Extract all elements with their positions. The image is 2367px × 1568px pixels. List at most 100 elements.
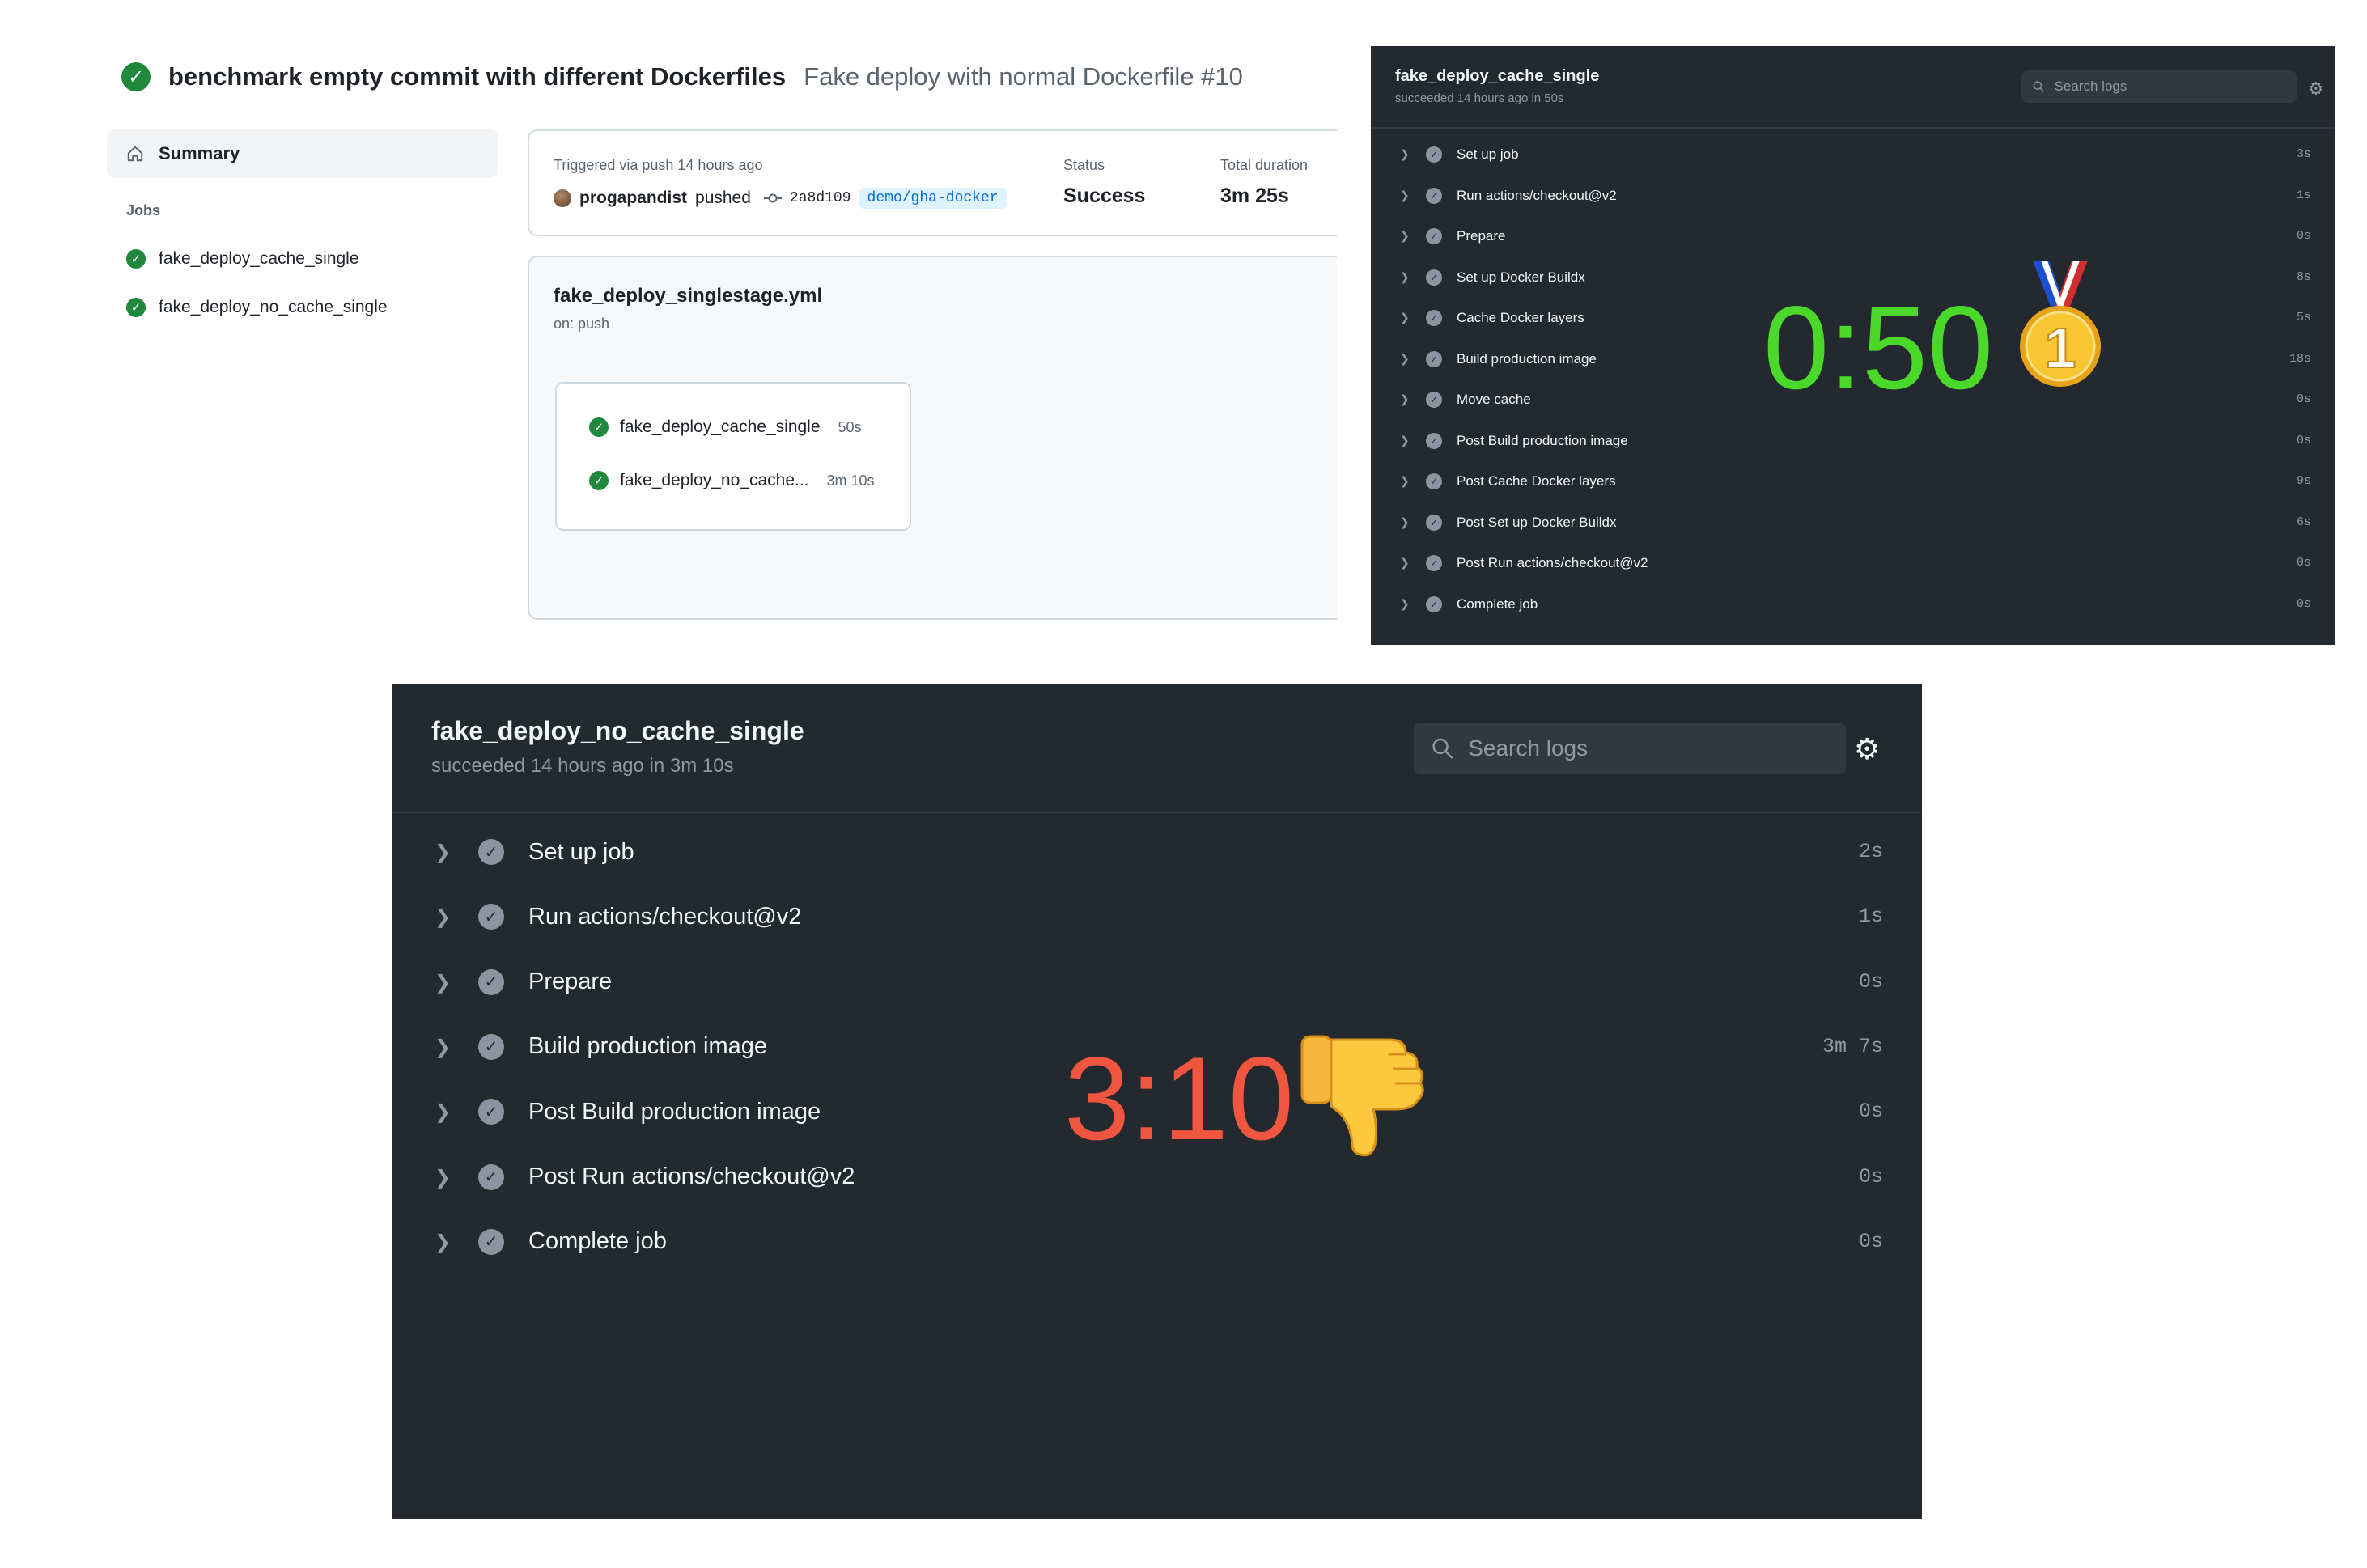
search-logs-box[interactable] — [1414, 723, 1846, 774]
step-row[interactable]: ❯ ✓ Post Build production image — [435, 1091, 821, 1132]
step-row[interactable]: ❯ ✓ Set up job — [1400, 142, 1519, 167]
job-subtitle: succeeded 14 hours ago in 3m 10s — [431, 755, 734, 777]
chevron-right-icon[interactable]: ❯ — [435, 841, 454, 863]
step-row[interactable]: ❯ ✓ Set up job — [435, 832, 634, 872]
branch-tag[interactable]: demo/gha-docker — [859, 188, 1007, 209]
step-success-icon: ✓ — [478, 904, 504, 930]
divider — [392, 812, 1922, 813]
step-row[interactable]: ❯ ✓ Set up Docker Buildx — [1400, 265, 1585, 290]
chevron-right-icon[interactable]: ❯ — [1400, 271, 1411, 284]
status-label: Status — [1063, 157, 1105, 173]
graph-job-no-cache[interactable]: ✓ fake_deploy_no_cache... 3m 10s — [589, 471, 875, 490]
step-name: Post Run actions/checkout@v2 — [528, 1163, 855, 1189]
chevron-right-icon[interactable]: ❯ — [435, 1100, 454, 1123]
duration-value: 3m 25s — [1220, 184, 1289, 207]
divider — [1371, 127, 2335, 129]
chevron-right-icon[interactable]: ❯ — [1400, 434, 1411, 447]
step-name: Post Set up Docker Buildx — [1457, 514, 1617, 530]
step-row[interactable]: ❯ ✓ Prepare — [1400, 224, 1505, 248]
step-row[interactable]: ❯ ✓ Build production image — [435, 1027, 767, 1067]
chevron-right-icon[interactable]: ❯ — [435, 905, 454, 928]
gear-icon[interactable]: ⚙ — [2308, 78, 2324, 100]
success-check-icon: ✓ — [589, 417, 609, 437]
chevron-right-icon[interactable]: ❯ — [1400, 516, 1411, 529]
step-row[interactable]: ❯ ✓ Complete job — [1400, 592, 1538, 617]
step-row[interactable]: ❯ ✓ Cache Docker layers — [1400, 306, 1584, 330]
step-row[interactable]: ❯ ✓ Post Build production image — [1400, 429, 1628, 453]
overlay-time-cache: 0:50 — [1763, 282, 1994, 413]
chevron-right-icon[interactable]: ❯ — [435, 1036, 454, 1058]
step-success-icon: ✓ — [1426, 269, 1442, 286]
chevron-right-icon[interactable]: ❯ — [1400, 230, 1411, 243]
actor-link[interactable]: progapandist — [579, 189, 687, 208]
chevron-right-icon[interactable]: ❯ — [435, 1166, 454, 1189]
run-header: ✓ benchmark empty commit with different … — [121, 57, 1243, 97]
search-logs-input[interactable] — [1466, 735, 1846, 762]
chevron-right-icon[interactable]: ❯ — [1400, 189, 1411, 202]
workflow-title: benchmark empty commit with different Do… — [168, 62, 787, 91]
chevron-right-icon[interactable]: ❯ — [1400, 598, 1411, 611]
step-row[interactable]: ❯ ✓ Move cache — [1400, 388, 1531, 412]
job-subtitle: succeeded 14 hours ago in 50s — [1395, 91, 1564, 105]
chevron-right-icon[interactable]: ❯ — [1400, 557, 1411, 570]
svg-text:1: 1 — [2045, 316, 2076, 379]
step-duration: 0s — [2296, 392, 2311, 406]
search-logs-box[interactable] — [2021, 70, 2297, 103]
step-row[interactable]: ❯ ✓ Build production image — [1400, 347, 1597, 371]
gear-icon[interactable]: ⚙ — [1854, 732, 1880, 766]
step-row[interactable]: ❯ ✓ Complete job — [435, 1222, 667, 1262]
step-name: Build production image — [1457, 350, 1597, 367]
step-name: Set up job — [528, 838, 634, 865]
chevron-right-icon[interactable]: ❯ — [1400, 353, 1411, 366]
step-row[interactable]: ❯ ✓ Post Set up Docker Buildx — [1400, 511, 1616, 535]
chevron-right-icon[interactable]: ❯ — [1400, 148, 1411, 161]
step-success-icon: ✓ — [1426, 392, 1442, 408]
step-name: Prepare — [528, 968, 613, 995]
sidebar-job-cache[interactable]: ✓ fake_deploy_cache_single — [126, 249, 359, 269]
chevron-right-icon[interactable]: ❯ — [1400, 475, 1411, 488]
search-logs-input[interactable] — [2052, 78, 2297, 95]
graph-job-name: fake_deploy_no_cache... — [620, 471, 809, 489]
step-duration: 5s — [2296, 311, 2311, 324]
graph-job-cache[interactable]: ✓ fake_deploy_cache_single 50s — [589, 417, 862, 437]
step-name: Set up Docker Buildx — [1457, 269, 1585, 285]
step-duration: 0s — [2296, 596, 2311, 611]
thumbs-down-icon — [1300, 1035, 1424, 1157]
step-name: Post Build production image — [528, 1098, 821, 1125]
step-row[interactable]: ❯ ✓ Post Run actions/checkout@v2 — [435, 1157, 855, 1197]
step-row[interactable]: ❯ ✓ Post Cache Docker layers — [1400, 469, 1616, 494]
step-duration: 0s — [2296, 556, 2311, 570]
step-success-icon: ✓ — [1426, 595, 1442, 612]
step-success-icon: ✓ — [1426, 228, 1442, 244]
step-duration: 0s — [2296, 433, 2311, 447]
search-icon — [1432, 738, 1453, 759]
workflow-trigger: on: push — [554, 316, 610, 332]
step-success-icon: ✓ — [478, 1099, 504, 1125]
sidebar-job-no-cache[interactable]: ✓ fake_deploy_no_cache_single — [126, 298, 388, 317]
success-check-icon: ✓ — [126, 249, 146, 269]
avatar — [554, 189, 571, 207]
step-duration: 0s — [1858, 1229, 1883, 1253]
sidebar-summary-link[interactable]: Summary — [107, 129, 498, 178]
chevron-right-icon[interactable]: ❯ — [1400, 393, 1411, 406]
step-name: Prepare — [1457, 228, 1506, 244]
step-name: Set up job — [1457, 146, 1519, 162]
chevron-right-icon[interactable]: ❯ — [435, 1231, 454, 1253]
step-row[interactable]: ❯ ✓ Post Run actions/checkout@v2 — [1400, 551, 1648, 575]
chevron-right-icon[interactable]: ❯ — [435, 971, 454, 994]
step-success-icon: ✓ — [1426, 187, 1442, 204]
step-row[interactable]: ❯ ✓ Run actions/checkout@v2 — [435, 896, 801, 937]
job-log-panel-cache: fake_deploy_cache_single succeeded 14 ho… — [1371, 46, 2335, 645]
job-log-panel-no-cache: fake_deploy_no_cache_single succeeded 14… — [392, 684, 1922, 1519]
step-name: Post Build production image — [1457, 432, 1628, 448]
step-name: Complete job — [1457, 595, 1538, 612]
commit-link[interactable]: 2a8d109 — [790, 190, 851, 206]
step-duration: 2s — [1858, 840, 1883, 863]
chevron-right-icon[interactable]: ❯ — [1400, 311, 1411, 324]
step-success-icon: ✓ — [478, 1228, 504, 1255]
step-name: Cache Docker layers — [1457, 310, 1584, 325]
step-row[interactable]: ❯ ✓ Prepare — [435, 962, 612, 1002]
job-title: fake_deploy_no_cache_single — [431, 716, 804, 745]
step-row[interactable]: ❯ ✓ Run actions/checkout@v2 — [1400, 184, 1617, 208]
home-icon — [127, 146, 143, 162]
